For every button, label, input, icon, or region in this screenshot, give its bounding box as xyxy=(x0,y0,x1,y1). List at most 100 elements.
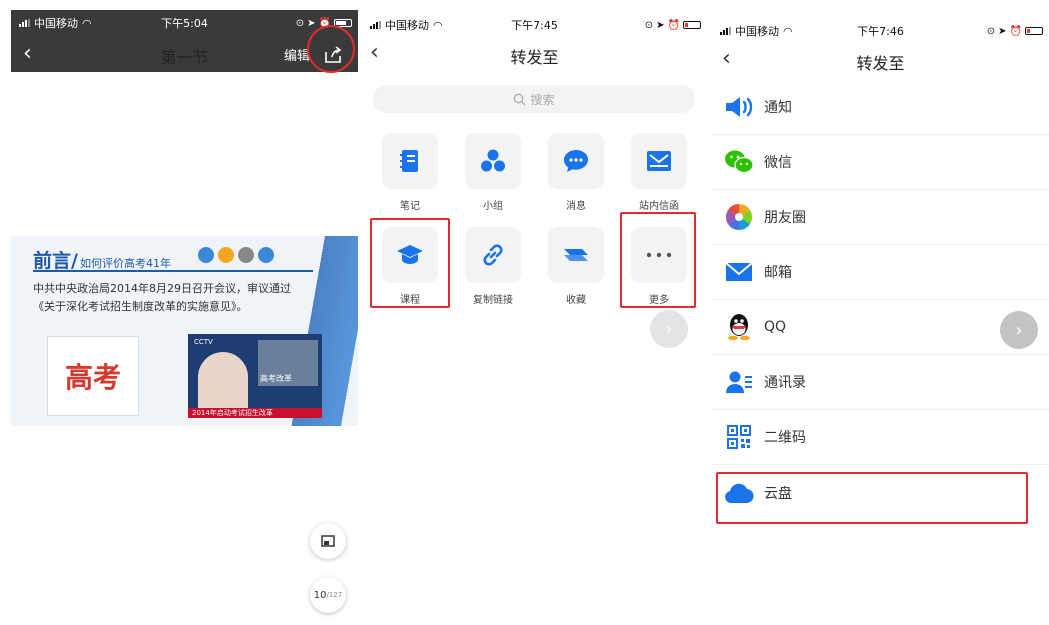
nav-bar: ‹ 转发至 xyxy=(712,42,1049,78)
list-item-notice[interactable]: 通知 xyxy=(712,80,1049,135)
chevron-right-icon: › xyxy=(665,318,673,340)
share-highlight-circle xyxy=(307,25,355,73)
slide-content: 前言/ 如何评价高考41年 中共中央政治局2014年8月29日召开会议，审议通过… xyxy=(11,236,358,426)
alarm-icon: ⏰ xyxy=(1009,25,1022,37)
reader-screen: 中国移动 ◠ 下午5:04 ⊙ ➤ ⏰ ‹ 第一节 编辑 前言/ 如何评价高考4… xyxy=(0,0,358,625)
status-time: 下午5:04 xyxy=(161,17,208,30)
qq-icon xyxy=(728,314,750,341)
group-icon xyxy=(481,149,505,172)
share-target-label: 消息 xyxy=(566,201,586,212)
back-chevron-icon[interactable]: ‹ xyxy=(722,48,731,70)
back-chevron-icon[interactable]: ‹ xyxy=(23,43,32,65)
page-title: 转发至 xyxy=(856,54,905,73)
link-icon xyxy=(483,244,503,266)
wifi-icon: ◠ xyxy=(82,16,92,30)
email-icon xyxy=(725,262,753,281)
news-ticker: 2014年启动考试招生改革 xyxy=(188,408,322,418)
forward-to-more-screen: 中国移动 ◠ 下午7:46 ⊙ ➤ ⏰ ‹ 转发至 通知 微信 朋友圈 邮箱 Q… xyxy=(712,0,1049,625)
rotation-lock-icon: ⊙ xyxy=(644,19,654,31)
list-item-label: 通讯录 xyxy=(764,375,806,391)
share-target-message[interactable]: 消息 xyxy=(545,133,607,212)
page-indicator[interactable]: 10/127 xyxy=(310,577,346,613)
list-item-contacts[interactable]: 通讯录 xyxy=(712,355,1049,410)
cloud-drive-highlight-box xyxy=(716,472,1028,524)
list-item-label: 通知 xyxy=(764,100,792,116)
slide-view-button[interactable] xyxy=(310,523,346,559)
status-time: 下午7:46 xyxy=(857,25,904,38)
contacts-icon xyxy=(726,371,752,393)
page-title: 第一节 xyxy=(160,48,209,67)
list-item-label: 二维码 xyxy=(764,430,806,446)
back-chevron-icon[interactable]: ‹ xyxy=(370,42,379,64)
signal-icon xyxy=(370,21,381,29)
slides-icon xyxy=(321,535,335,547)
slide-heading: 前言/ xyxy=(33,250,78,272)
course-highlight-box xyxy=(370,218,450,308)
list-item-label: 朋友圈 xyxy=(764,210,806,226)
list-item-wechat[interactable]: 微信 xyxy=(712,135,1049,190)
list-item-email[interactable]: 邮箱 xyxy=(712,245,1049,300)
battery-icon xyxy=(1025,27,1043,35)
carrier-label: 中国移动 xyxy=(735,25,779,38)
location-icon: ➤ xyxy=(307,17,316,29)
carrier-label: 中国移动 xyxy=(385,19,429,32)
wifi-icon: ◠ xyxy=(783,24,793,38)
slide-body-text: 中共中央政治局2014年8月29日召开会议，审议通过《关于深化考试招生制度改革的… xyxy=(33,282,291,313)
next-arrow-button[interactable]: › xyxy=(650,310,688,348)
share-target-label: 小组 xyxy=(483,201,503,212)
status-time: 下午7:45 xyxy=(511,19,558,32)
share-target-label: 收藏 xyxy=(566,295,586,306)
news-inset: 高考改革 xyxy=(258,340,318,386)
share-target-label: 复制链接 xyxy=(473,295,513,306)
list-item-qrcode[interactable]: 二维码 xyxy=(712,410,1049,465)
list-item-moments[interactable]: 朋友圈 xyxy=(712,190,1049,245)
mail-icon xyxy=(647,151,671,171)
share-target-notes[interactable]: 笔记 xyxy=(379,133,441,212)
dot-icon xyxy=(238,247,254,263)
signal-icon xyxy=(19,19,30,27)
wechat-icon xyxy=(725,150,754,174)
gaokao-illustration: 高考 xyxy=(47,336,139,416)
search-input[interactable]: 搜索 xyxy=(373,85,695,113)
signal-icon xyxy=(720,27,731,35)
dot-icon xyxy=(258,247,274,263)
share-target-copy-link[interactable]: 复制链接 xyxy=(462,227,524,306)
alarm-icon: ⏰ xyxy=(667,19,680,31)
cctv-logo: CCTV xyxy=(194,338,213,346)
status-bar: 中国移动 ◠ 下午7:45 ⊙ ➤ ⏰ xyxy=(362,14,707,36)
list-item-label: QQ xyxy=(764,319,787,335)
nav-bar: ‹ 转发至 xyxy=(362,36,707,72)
list-item-qq[interactable]: QQ xyxy=(712,300,1049,355)
share-target-site-mail[interactable]: 站内信函 xyxy=(628,133,690,212)
share-target-label: 站内信函 xyxy=(639,201,679,212)
dot-icon xyxy=(218,247,234,263)
news-screenshot: CCTV 高考改革 2014年启动考试招生改革 xyxy=(188,334,322,418)
wifi-icon: ◠ xyxy=(433,18,443,32)
slide-subheading: 如何评价高考41年 xyxy=(79,257,171,270)
status-bar: 中国移动 ◠ 下午5:04 ⊙ ➤ ⏰ xyxy=(11,12,358,34)
location-icon: ➤ xyxy=(656,19,665,31)
more-highlight-box xyxy=(620,212,696,308)
battery-icon xyxy=(683,21,701,29)
speaker-icon xyxy=(726,97,753,117)
qrcode-icon xyxy=(727,425,751,449)
nav-bar: ‹ 第一节 编辑 xyxy=(11,36,358,72)
notebook-icon xyxy=(400,150,418,172)
dot-icon xyxy=(198,247,214,263)
share-target-label: 笔记 xyxy=(400,201,420,212)
rotation-lock-icon: ⊙ xyxy=(295,17,305,29)
page-title: 转发至 xyxy=(510,48,559,67)
reader-top-bar: 中国移动 ◠ 下午5:04 ⊙ ➤ ⏰ ‹ 第一节 编辑 xyxy=(11,10,358,72)
share-target-group[interactable]: 小组 xyxy=(462,133,524,212)
moments-icon xyxy=(725,203,753,231)
search-placeholder: 搜索 xyxy=(530,92,555,107)
list-item-label: 微信 xyxy=(764,155,792,171)
share-target-collect[interactable]: 收藏 xyxy=(545,227,607,306)
collect-icon xyxy=(564,249,588,261)
next-arrow-button[interactable]: › xyxy=(1000,311,1038,349)
carrier-label: 中国移动 xyxy=(34,17,78,30)
message-icon xyxy=(564,150,588,172)
forward-to-screen: 中国移动 ◠ 下午7:45 ⊙ ➤ ⏰ ‹ 转发至 搜索 笔记 小组 消息 站内… xyxy=(362,0,707,625)
slide-icon-row xyxy=(198,247,274,263)
list-item-label: 邮箱 xyxy=(764,265,792,281)
